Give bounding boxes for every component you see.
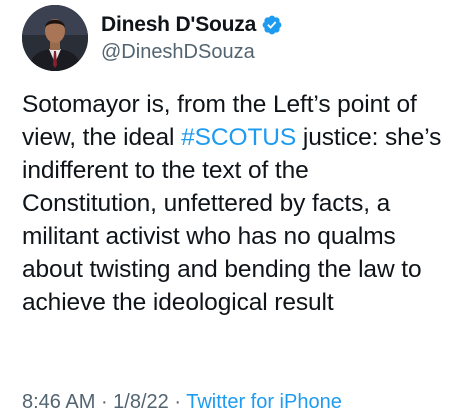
tweet-header: Dinesh D'Souza @DineshDSouza <box>22 0 283 76</box>
tweet-date[interactable]: 1/8/22 <box>113 391 169 413</box>
tweet-meta: 8:46 AM · 1/8/22 · Twitter for iPhone <box>22 390 342 414</box>
display-name[interactable]: Dinesh D'Souza <box>101 12 256 38</box>
tweet-text-after: justice: she’s indifferent to the text o… <box>22 124 442 316</box>
verified-badge-icon <box>261 14 283 36</box>
author-identity: Dinesh D'Souza @DineshDSouza <box>101 12 283 65</box>
tweet-source-link[interactable]: Twitter for iPhone <box>186 391 342 413</box>
meta-separator: · <box>168 391 187 413</box>
tweet-card: Dinesh D'Souza @DineshDSouza Sotomayor i… <box>0 0 450 419</box>
tweet-time[interactable]: 8:46 AM <box>22 391 95 413</box>
avatar-image <box>22 5 88 71</box>
tweet-text: Sotomayor is, from the Left’s point of v… <box>22 88 442 319</box>
avatar[interactable] <box>22 5 88 71</box>
author-handle[interactable]: @DineshDSouza <box>101 39 283 65</box>
name-row: Dinesh D'Souza <box>101 12 283 38</box>
hashtag-link[interactable]: #SCOTUS <box>181 124 296 151</box>
meta-separator: · <box>95 391 114 413</box>
